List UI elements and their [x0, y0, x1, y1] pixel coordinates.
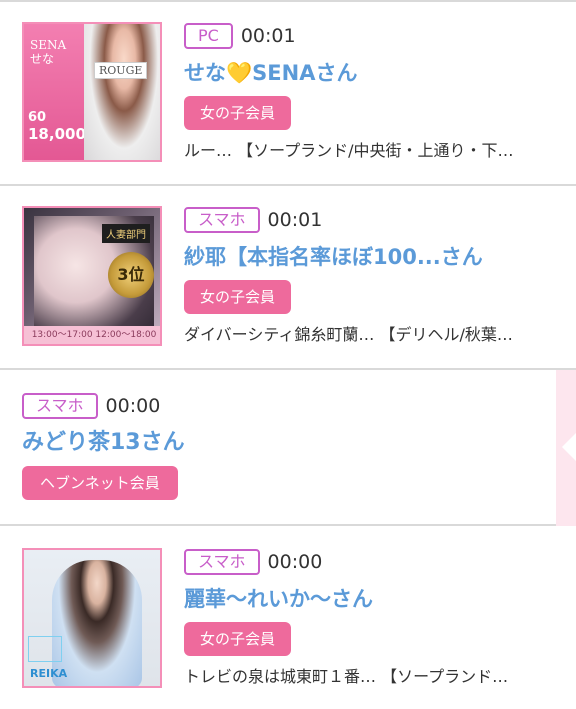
entry-info: スマホ 00:00 みどり茶13さん ヘブンネット会員 [22, 392, 542, 500]
thumbnail-ribbon: 人妻部門 [102, 224, 150, 243]
user-name[interactable]: みどり茶13さん [22, 428, 542, 458]
diamond-icon [28, 636, 62, 662]
chevron-left-icon[interactable] [562, 433, 576, 461]
divider [0, 0, 576, 2]
entry-info: PC 00:01 せな💛SENAさん 女の子会員 ルー… 【ソープランド/中央街… [184, 22, 564, 162]
message-list: SENA せな 60 18,000 ROUGE PC 00:01 せな💛SENA… [0, 0, 576, 709]
user-name[interactable]: せな💛SENAさん [184, 58, 564, 88]
list-item[interactable]: 人妻部門 3位 13:00〜17:00 12:00〜18:00 スマホ 00:0… [0, 186, 576, 370]
member-badge: ヘブンネット会員 [22, 466, 178, 500]
thumbnail-tag: REIKA [30, 667, 68, 680]
thumbnail-price: 60 18,000 [28, 110, 86, 143]
meta-line: スマホ 00:00 [22, 392, 542, 420]
entry-info: スマホ 00:01 紗耶【本指名率ほぼ100...さん 女の子会員 ダイバーシテ… [184, 206, 564, 346]
shop-info[interactable]: ルー… 【ソープランド/中央街・上通り・下… [184, 140, 564, 162]
list-item[interactable]: スマホ 00:00 みどり茶13さん ヘブンネット会員 [0, 370, 576, 526]
user-name[interactable]: 紗耶【本指名率ほぼ100...さん [184, 242, 564, 272]
shop-info[interactable]: ダイバーシティ錦糸町蘭… 【デリヘル/秋葉… [184, 324, 564, 346]
thumbnail-brand: SENA せな [30, 38, 67, 66]
device-badge: スマホ [184, 549, 260, 575]
thumbnail-hours: 13:00〜17:00 12:00〜18:00 [24, 326, 160, 344]
list-item[interactable]: REIKA スマホ 00:00 麗華〜れいか〜さん 女の子会員 トレビの泉は城東… [0, 526, 576, 709]
device-badge: スマホ [184, 207, 260, 233]
profile-thumbnail[interactable]: SENA せな 60 18,000 ROUGE [22, 22, 162, 162]
rank-medal-icon: 3位 [108, 252, 154, 298]
thumbnail-photo [84, 24, 160, 160]
entry-info: スマホ 00:00 麗華〜れいか〜さん 女の子会員 トレビの泉は城東町１番… 【… [184, 548, 564, 688]
profile-thumbnail[interactable]: 人妻部門 3位 13:00〜17:00 12:00〜18:00 [22, 206, 162, 346]
meta-line: PC 00:01 [184, 22, 564, 50]
device-badge: PC [184, 23, 233, 49]
device-badge: スマホ [22, 393, 98, 419]
member-badge: 女の子会員 [184, 280, 292, 314]
user-name[interactable]: 麗華〜れいか〜さん [184, 584, 564, 614]
post-time: 00:00 [267, 551, 323, 573]
member-badge: 女の子会員 [184, 96, 292, 130]
member-badge: 女の子会員 [184, 622, 292, 656]
list-item[interactable]: SENA せな 60 18,000 ROUGE PC 00:01 せな💛SENA… [0, 0, 576, 186]
post-time: 00:01 [240, 25, 296, 47]
meta-line: スマホ 00:01 [184, 206, 564, 234]
meta-line: スマホ 00:00 [184, 548, 564, 576]
thumbnail-logo: ROUGE [94, 62, 148, 79]
profile-thumbnail[interactable]: REIKA [22, 548, 162, 688]
shop-info[interactable]: トレビの泉は城東町１番… 【ソープランド… [184, 666, 564, 688]
post-time: 00:01 [267, 209, 323, 231]
post-time: 00:00 [105, 395, 161, 417]
